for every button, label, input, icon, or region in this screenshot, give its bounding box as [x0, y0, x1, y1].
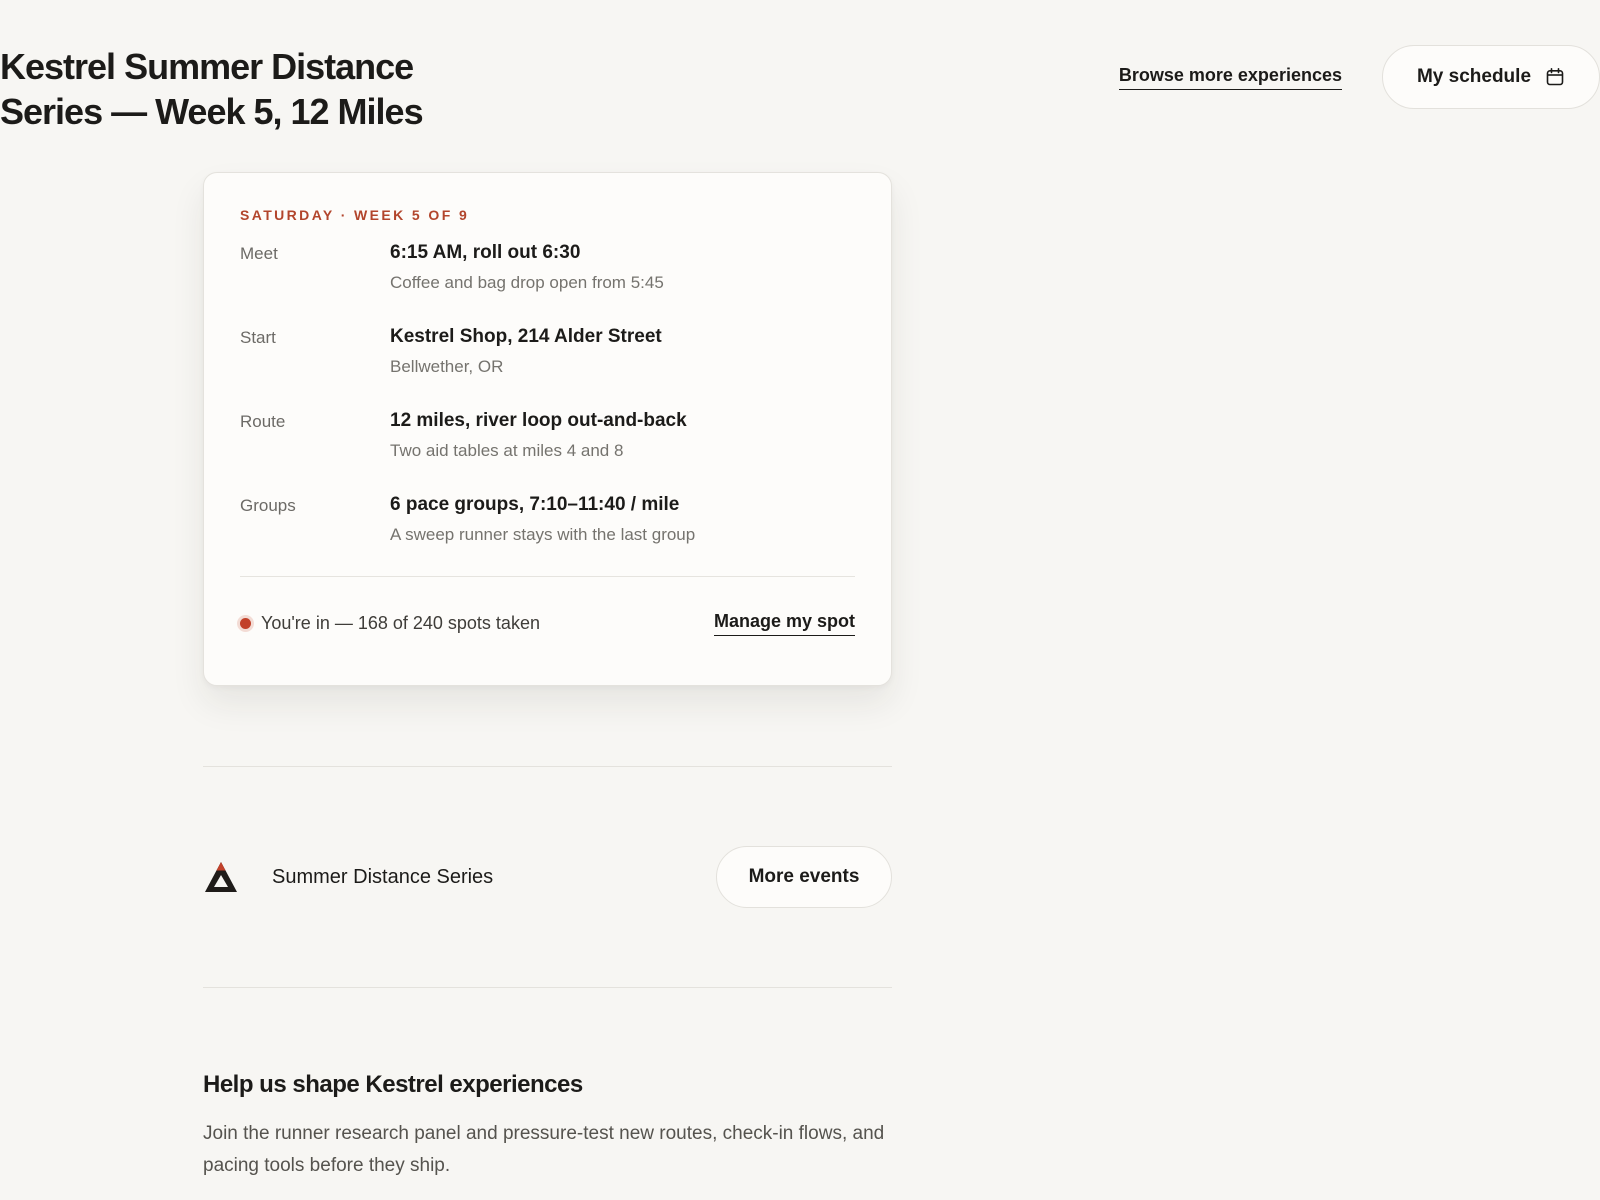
detail-sub: Bellwether, OR — [390, 357, 504, 376]
status-dot-icon — [240, 617, 251, 629]
detail-sub: Coffee and bag drop open from 5:45 — [390, 273, 664, 292]
detail-main: 12 miles, river loop out-and-back — [390, 410, 687, 431]
registration-status: You're in — 168 of 240 spots taken — [240, 613, 540, 634]
detail-main: 6 pace groups, 7:10–11:40 / mile — [390, 494, 680, 515]
manage-spot-link[interactable]: Manage my spot — [713, 611, 855, 636]
detail-values: Kestrel Shop, 214 Alder Street Bellwethe… — [390, 324, 662, 408]
status-text: You're in — 168 of 240 spots taken — [261, 612, 540, 633]
more-events-button[interactable]: More events — [716, 846, 892, 908]
series-row: Summer Distance Series More events — [203, 846, 892, 908]
section-divider — [203, 766, 892, 767]
detail-values: 6 pace groups, 7:10–11:40 / mile A sweep… — [390, 492, 695, 576]
my-schedule-label: My schedule — [1416, 66, 1532, 87]
my-schedule-button[interactable]: My schedule — [1382, 45, 1600, 109]
detail-main: Kestrel Shop, 214 Alder Street — [390, 326, 662, 347]
detail-main: 6:15 AM, roll out 6:30 — [390, 242, 581, 263]
detail-sub: A sweep runner stays with the last group — [390, 525, 696, 544]
detail-row-start: Start Kestrel Shop, 214 Alder Street Bel… — [240, 324, 855, 408]
calendar-icon — [1545, 67, 1565, 87]
card-footer: You're in — 168 of 240 spots taken Manag… — [240, 577, 855, 669]
detail-row-meet: Meet 6:15 AM, roll out 6:30 Coffee and b… — [240, 240, 855, 324]
detail-values: 6:15 AM, roll out 6:30 Coffee and bag dr… — [390, 240, 664, 324]
detail-label: Start — [240, 328, 276, 347]
detail-sub: Two aid tables at miles 4 and 8 — [390, 441, 624, 460]
kestrel-triangle-logo-icon — [203, 859, 239, 895]
browse-experiences-link[interactable]: Browse more experiences — [1118, 65, 1342, 90]
section-divider — [203, 987, 892, 988]
detail-values: 12 miles, river loop out-and-back Two ai… — [390, 408, 687, 492]
detail-label: Meet — [240, 244, 278, 263]
research-heading: Help us shape Kestrel experiences — [203, 1071, 583, 1098]
detail-label: Route — [240, 412, 286, 431]
header-actions: Browse more experiences My schedule — [1118, 45, 1600, 109]
event-card: SATURDAY · WEEK 5 OF 9 Meet 6:15 AM, rol… — [203, 172, 892, 686]
series-name: Summer Distance Series — [272, 865, 494, 888]
research-description: Join the runner research panel and press… — [203, 1123, 885, 1176]
detail-row-route: Route 12 miles, river loop out-and-back … — [240, 408, 855, 492]
series-info: Summer Distance Series — [203, 859, 493, 895]
detail-row-groups: Groups 6 pace groups, 7:10–11:40 / mile … — [240, 492, 855, 576]
page-title: Kestrel Summer Distance Series — Week 5,… — [0, 46, 424, 132]
detail-label: Groups — [240, 496, 296, 515]
event-eyebrow: SATURDAY · WEEK 5 OF 9 — [240, 207, 470, 223]
page: Kestrel Summer Distance Series — Week 5,… — [0, 0, 1600, 1200]
